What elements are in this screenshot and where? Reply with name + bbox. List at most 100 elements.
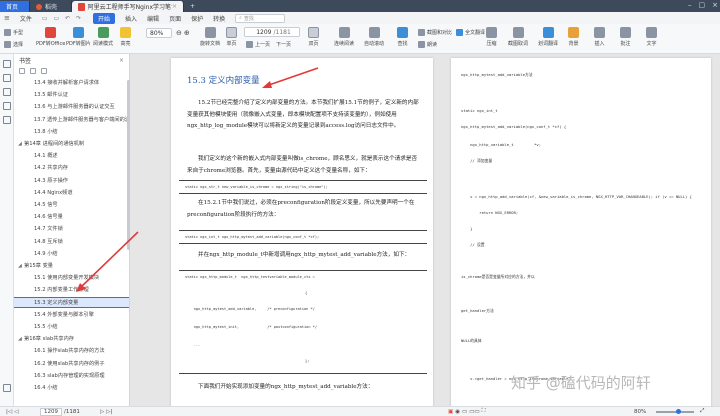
quick-access-icons[interactable]: ▭ ▭ ↶ ↷: [42, 15, 83, 22]
bookmark-item[interactable]: 14.9 小结: [14, 249, 129, 258]
add-bookmark-icon[interactable]: [41, 68, 47, 74]
bookmark-item[interactable]: 13.8 小结: [14, 127, 129, 136]
bookmark-chapter[interactable]: ◢ 第15章 变量: [14, 261, 129, 270]
page-view-icon[interactable]: ▭: [462, 409, 467, 415]
search-input[interactable]: ⌕ 查找: [235, 13, 286, 23]
sidebar-scrollbar[interactable]: [127, 80, 130, 250]
new-tab-button[interactable]: +: [184, 1, 201, 12]
bookmark-item[interactable]: 16.2 使用slab共享内存的例子: [14, 359, 129, 368]
document-view[interactable]: 15.3 定义内部变量 15.2节已经完整介绍了定义内部变量的方法。本节我们扩展…: [131, 54, 720, 406]
bookmark-item[interactable]: 15.3 定义内部变量: [14, 296, 129, 308]
bookmark-item[interactable]: 14.7 文件锁: [14, 224, 129, 233]
search-panel-icon[interactable]: [3, 116, 11, 124]
minimize-icon[interactable]: –: [688, 1, 692, 9]
menu-file[interactable]: 文件: [20, 14, 32, 23]
hamburger-icon[interactable]: ≡: [4, 14, 10, 22]
zoom-slider[interactable]: [656, 411, 694, 413]
pdf-to-image-button[interactable]: PDF转图片: [66, 27, 91, 47]
bookmark-item[interactable]: 15.1 使用内部变量开发模块: [14, 273, 129, 282]
bookmark-item[interactable]: 14.2 共享内存: [14, 163, 129, 172]
fullscreen-icon[interactable]: ⤢: [700, 408, 704, 415]
bookmark-chapter[interactable]: ◢ 第16章 slab共享内存: [14, 334, 129, 343]
page-number-input[interactable]: 1209/1181: [244, 27, 300, 37]
menu-convert[interactable]: 转换: [213, 14, 225, 23]
compress-button[interactable]: 压缩: [486, 27, 497, 47]
prev-icon[interactable]: ◁: [14, 409, 18, 415]
menu-protect[interactable]: 保护: [191, 14, 203, 23]
single-page-button[interactable]: 单页: [226, 27, 237, 47]
bookmark-item[interactable]: 13.6 与上游邮件服务器的认证交互: [14, 102, 129, 111]
collapse-icon[interactable]: [30, 68, 36, 74]
nav-buttons-next[interactable]: ▷ ▷|: [100, 409, 112, 415]
zoom-out-icon[interactable]: ⊖: [176, 29, 182, 37]
bookmark-item[interactable]: 15.4 外部变量与脚本引擎: [14, 310, 129, 319]
double-view-icon[interactable]: ▭▭: [469, 409, 479, 415]
auto-scroll-button[interactable]: 自动滚动: [364, 27, 384, 47]
close-window-icon[interactable]: ×: [712, 1, 718, 9]
prev-page-button[interactable]: 上一页: [246, 41, 270, 48]
zoom-input[interactable]: 80%: [146, 28, 172, 38]
select-tool-button[interactable]: 选择: [4, 41, 23, 48]
close-icon[interactable]: ×: [172, 3, 177, 10]
expand-icon[interactable]: [19, 68, 25, 74]
menu-insert[interactable]: 插入: [125, 14, 137, 23]
thumbnail-panel-icon[interactable]: [3, 74, 11, 82]
annotate-button[interactable]: 批注: [620, 27, 631, 47]
status-page[interactable]: 1209/1181: [40, 407, 80, 416]
bookmark-item[interactable]: 14.5 信号: [14, 200, 129, 209]
bookmark-item[interactable]: 13.7 透传上游邮件服务器与客户端间的流: [14, 115, 129, 124]
next-icon[interactable]: ▷: [100, 409, 104, 415]
next-page-button[interactable]: 下一页: [276, 41, 291, 48]
zoom-slider-handle[interactable]: [676, 409, 681, 414]
screenshot-compare-button[interactable]: 截图和对比: [418, 29, 452, 36]
menu-start[interactable]: 开始: [93, 12, 116, 24]
last-page-icon[interactable]: ▷|: [106, 409, 112, 415]
fit-icon[interactable]: ⛶: [482, 408, 486, 415]
hand-tool-button[interactable]: 手型: [4, 29, 23, 36]
nav-buttons[interactable]: |◁ ◁: [6, 409, 18, 415]
read-aloud-button[interactable]: 朗读: [418, 41, 437, 48]
comment-panel-icon[interactable]: [3, 88, 11, 96]
pdf-to-office-button[interactable]: PDF转Office: [36, 27, 65, 47]
attachment-panel-icon[interactable]: [3, 102, 11, 110]
zoom-controls[interactable]: ⊖ ⊕: [176, 29, 190, 37]
bookmark-item[interactable]: 16.4 小结: [14, 383, 129, 392]
bookmark-item[interactable]: 16.1 操作slab共享内存的方法: [14, 346, 129, 355]
text-button[interactable]: 文字: [646, 27, 657, 47]
bookmark-item[interactable]: 13.5 邮件认证: [14, 90, 129, 99]
full-translate-button[interactable]: 全文翻译: [456, 29, 485, 36]
bookmark-chapter[interactable]: ◢ 第14章 进程间的通信机制: [14, 139, 129, 148]
settings-icon[interactable]: [3, 384, 11, 392]
view-mode-icons[interactable]: ▣ ◉ ▭ ▭▭ ⛶: [448, 408, 485, 415]
close-icon[interactable]: ×: [119, 57, 124, 64]
bookmark-item[interactable]: 15.5 小结: [14, 322, 129, 331]
rotate-button[interactable]: 旋转文档: [200, 27, 220, 47]
continuous-read-button[interactable]: 连续阅读: [334, 27, 354, 47]
menu-edit[interactable]: 编辑: [147, 14, 159, 23]
bookmark-item[interactable]: 14.3 原子操作: [14, 176, 129, 185]
insert-button[interactable]: 插入: [594, 27, 605, 47]
background-button[interactable]: 背景: [568, 27, 579, 47]
zoom-in-icon[interactable]: ⊕: [184, 29, 190, 37]
bookmark-item[interactable]: 14.8 互斥锁: [14, 237, 129, 246]
tab-document[interactable]: 阿里云工程师手写Nginx学习笔记.pdf×: [72, 1, 184, 12]
bookmark-item[interactable]: 16.3 slab内存管理的实现原理: [14, 371, 129, 380]
bookmark-item[interactable]: 14.6 信号量: [14, 212, 129, 221]
highlight-button[interactable]: 高亮: [120, 27, 131, 47]
word-translate-button[interactable]: 划词翻译: [538, 27, 558, 47]
bookmark-item[interactable]: 15.2 内部变量工作原理: [14, 285, 129, 294]
tab-docer[interactable]: 稻壳: [30, 1, 72, 12]
bookmark-item[interactable]: 13.4 接收并解析客户请求体: [14, 78, 129, 87]
double-page-button[interactable]: 双页: [308, 27, 319, 47]
find-button[interactable]: 查找: [397, 27, 408, 47]
bookmark-item[interactable]: 14.4 Nginx频道: [14, 188, 129, 197]
bookmark-panel-icon[interactable]: [3, 60, 11, 68]
screenshot-word-button[interactable]: 截图取词: [508, 27, 528, 47]
eye-icon[interactable]: ◉: [455, 409, 460, 415]
maximize-icon[interactable]: ▢: [699, 1, 706, 9]
first-page-icon[interactable]: |◁: [6, 409, 12, 415]
reading-mode-button[interactable]: 阅读模式: [93, 27, 113, 47]
status-page-input[interactable]: 1209: [40, 407, 62, 416]
tab-home[interactable]: 首页: [0, 1, 30, 12]
bookmark-item[interactable]: 14.1 概述: [14, 151, 129, 160]
